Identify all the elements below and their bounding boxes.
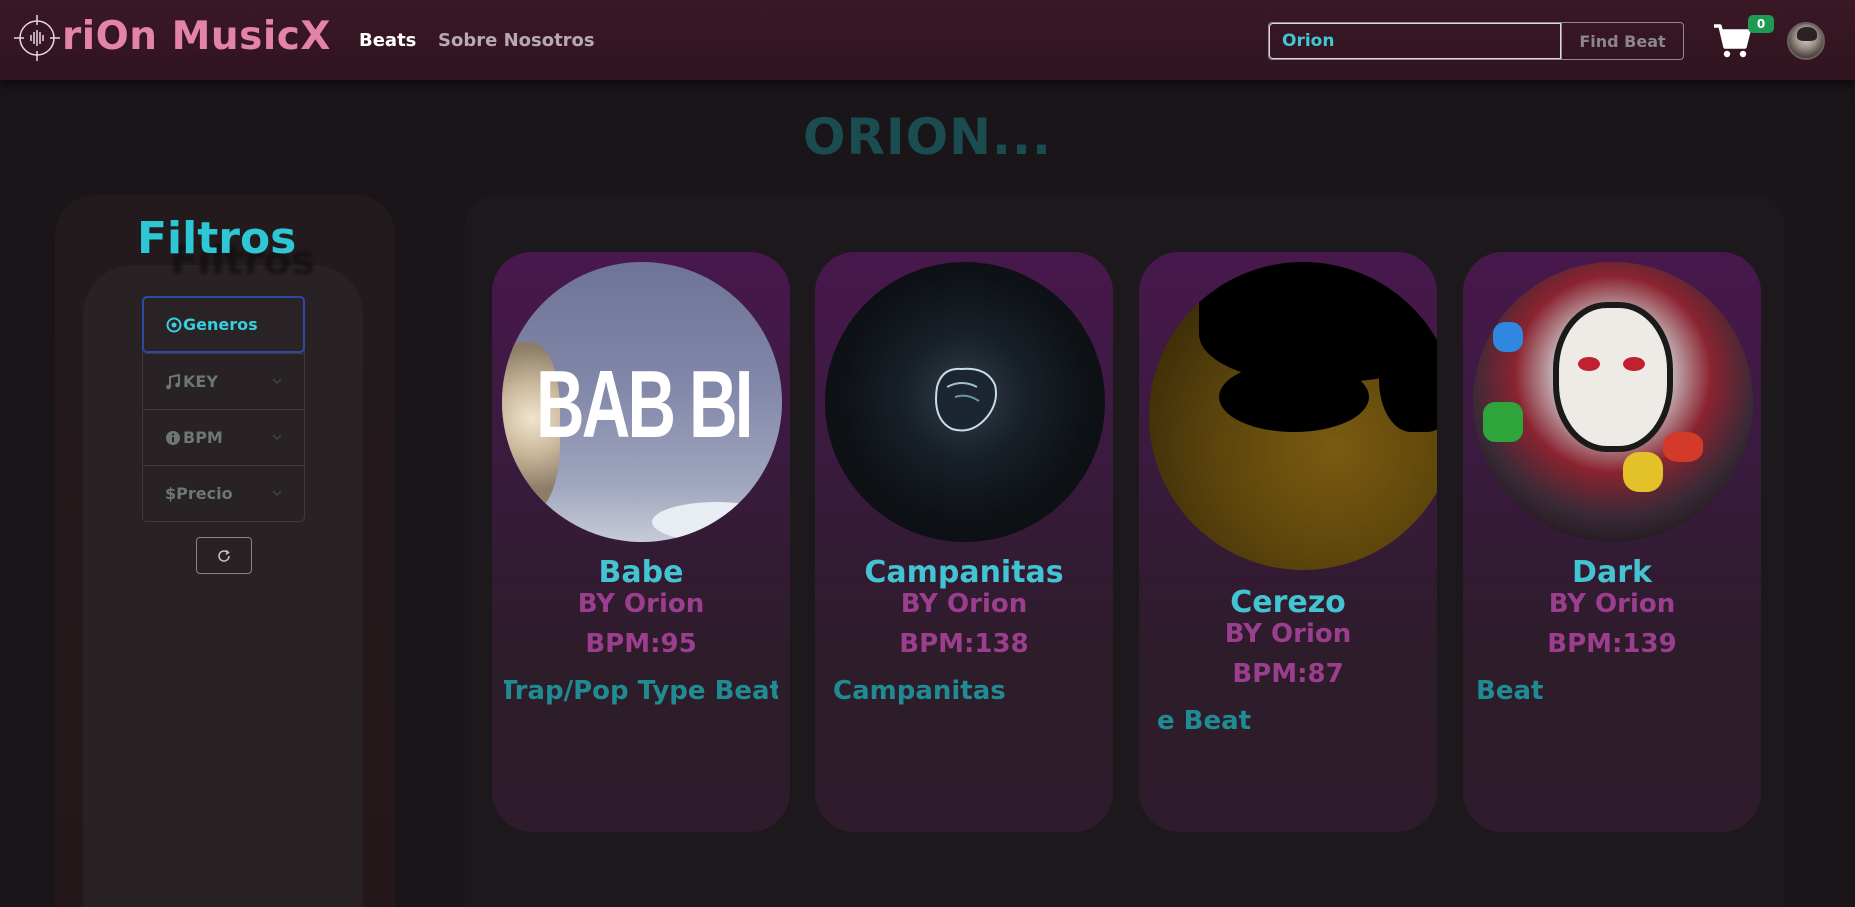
brand-name[interactable]: riOn MusicX (62, 14, 331, 59)
search-form: Find Beat (1268, 22, 1684, 60)
beat-card-campanitas[interactable]: Campanitas BY Orion BPM:138 Campanitas (815, 252, 1113, 832)
beat-author: BY Orion (577, 589, 705, 619)
reset-filters-button[interactable] (196, 537, 252, 574)
filters-title: Filtros (137, 213, 297, 264)
chevron-down-icon (272, 434, 282, 440)
beat-bpm: BPM:87 (1232, 659, 1344, 689)
cover-cloud (652, 502, 782, 542)
navbar: riOn MusicX Beats Sobre Nosotros Find Be… (0, 0, 1855, 80)
beat-author: BY Orion (1548, 589, 1676, 619)
filter-bpm-label: BPM (183, 428, 223, 447)
beat-description: Campanitas (833, 676, 1006, 706)
chevron-down-icon (272, 378, 282, 384)
filter-precio[interactable]: $ Precio (143, 465, 304, 521)
filter-key-label: KEY (183, 372, 218, 391)
beat-description: Trap/Pop Type Beat (504, 676, 778, 706)
beat-description-text: Trap/Pop Type Beat (504, 676, 778, 706)
beat-description: e Beat (1157, 706, 1252, 736)
beat-bpm: BPM:95 (585, 629, 697, 659)
beat-card-cerezo[interactable]: Cerezo BY Orion BPM:87 e Beat (1139, 252, 1437, 832)
nav-link-beats[interactable]: Beats (359, 30, 416, 51)
beat-title[interactable]: Dark (1463, 555, 1761, 590)
search-input[interactable] (1269, 23, 1561, 59)
beat-title[interactable]: Babe (492, 555, 790, 590)
genre-circle-icon (166, 317, 182, 332)
cover-paint-green (1483, 402, 1523, 442)
beat-card-dark[interactable]: Dark BY Orion BPM:139 Beat (1463, 252, 1761, 832)
find-beat-button[interactable]: Find Beat (1561, 23, 1683, 59)
cover-shadow-blob (1219, 362, 1369, 432)
filter-key[interactable]: KEY (143, 353, 304, 409)
beat-cover-image[interactable] (825, 262, 1105, 542)
refresh-icon (218, 549, 230, 562)
chevron-down-icon (272, 490, 282, 496)
beat-title[interactable]: Cerezo (1139, 585, 1437, 620)
beat-description: Beat (1476, 676, 1544, 706)
cover-paint-red (1663, 432, 1703, 462)
nav-link-about[interactable]: Sobre Nosotros (438, 30, 595, 51)
beat-bpm: BPM:138 (899, 629, 1029, 659)
cover-eye (1623, 357, 1645, 371)
dollar-icon: $ (165, 484, 177, 503)
beat-bpm: BPM:139 (1547, 629, 1677, 659)
filter-generos-label: Generos (183, 315, 258, 334)
beat-author: BY Orion (900, 589, 1028, 619)
filter-bpm[interactable]: BPM (143, 409, 304, 465)
avatar[interactable] (1787, 22, 1825, 60)
cart-count-badge: 0 (1748, 15, 1774, 33)
filter-accordion: Generos KEY BPM $ Precio (142, 296, 305, 522)
beat-cover-image[interactable] (1473, 262, 1753, 542)
cover-fist (935, 367, 997, 432)
beat-author: BY Orion (1224, 619, 1352, 649)
filter-generos[interactable]: Generos (142, 296, 305, 353)
beat-cover-image[interactable]: BAB BI (502, 262, 782, 542)
beat-card-babe[interactable]: BAB BI Babe BY Orion BPM:95 Trap/Pop Typ… (492, 252, 790, 832)
beat-title[interactable]: Campanitas (815, 555, 1113, 590)
page-title: ORION... (803, 108, 1052, 166)
cover-paint-blue (1493, 322, 1523, 352)
music-note-icon (166, 373, 180, 389)
cover-shadow-blob (1379, 302, 1437, 432)
cover-text: BAB BI (536, 351, 753, 458)
filter-precio-label: Precio (176, 484, 233, 503)
logo-icon[interactable] (12, 13, 62, 63)
beat-cover-image[interactable] (1149, 262, 1437, 570)
info-circle-icon (166, 430, 180, 445)
cover-eye (1578, 357, 1600, 371)
cover-paint-yellow (1623, 452, 1663, 492)
cart-icon[interactable] (1712, 20, 1752, 60)
cover-face (1553, 302, 1673, 452)
